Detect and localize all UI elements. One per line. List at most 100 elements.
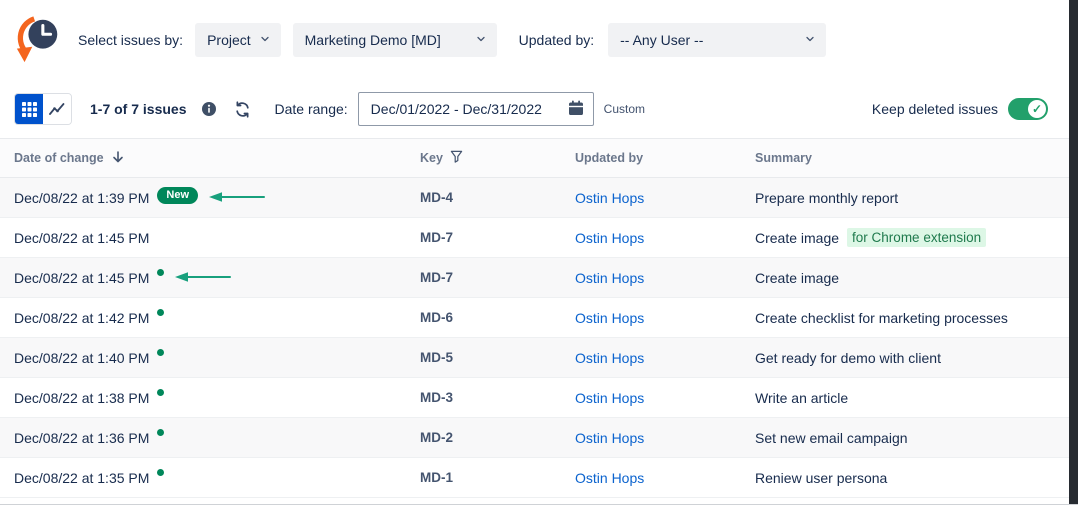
column-header-key[interactable]: Key bbox=[406, 150, 561, 166]
issue-history-app: Select issues by: Project Marketing Demo… bbox=[0, 0, 1078, 505]
change-date: Dec/08/22 at 1:45 PM bbox=[14, 270, 149, 286]
key-cell: MD-2 bbox=[406, 430, 561, 445]
toggle-knob-check-icon: ✓ bbox=[1028, 100, 1046, 118]
select-issues-by-label: Select issues by: bbox=[78, 32, 183, 48]
change-date: Dec/08/22 at 1:38 PM bbox=[14, 390, 149, 406]
new-change-dot-icon bbox=[157, 269, 164, 276]
updated-by-value: -- Any User -- bbox=[620, 32, 703, 48]
toolbar: 1-7 of 7 issues Date range: Dec/01/2022 … bbox=[0, 80, 1078, 138]
info-icon[interactable] bbox=[197, 97, 221, 121]
updated-by-cell: Ostin Hops bbox=[561, 310, 741, 326]
sort-desc-icon[interactable] bbox=[111, 150, 125, 167]
project-value: Marketing Demo [MD] bbox=[305, 32, 441, 48]
date-of-change-cell: Dec/08/22 at 1:36 PM New bbox=[0, 429, 406, 447]
date-of-change-cell: Dec/08/22 at 1:38 PM New bbox=[0, 389, 406, 407]
updated-by-cell: Ostin Hops bbox=[561, 350, 741, 366]
key-cell: MD-1 bbox=[406, 470, 561, 485]
updated-by-link[interactable]: Ostin Hops bbox=[575, 430, 644, 446]
table-row[interactable]: Dec/08/22 at 1:38 PM New MD-3 Ostin Hops… bbox=[0, 378, 1078, 418]
issue-key: MD-5 bbox=[420, 350, 453, 365]
updated-by-link[interactable]: Ostin Hops bbox=[575, 310, 644, 326]
updated-by-link[interactable]: Ostin Hops bbox=[575, 350, 644, 366]
updated-by-cell: Ostin Hops bbox=[561, 230, 741, 246]
chart-view-button[interactable] bbox=[43, 94, 71, 124]
issue-summary: Prepare monthly report bbox=[755, 190, 898, 206]
window-edge bbox=[1069, 0, 1078, 504]
column-header-label: Summary bbox=[755, 151, 812, 165]
summary-cell: Get ready for demo with client bbox=[741, 350, 1078, 366]
table-row[interactable]: Dec/08/22 at 1:35 PM New MD-1 Ostin Hops… bbox=[0, 458, 1078, 498]
grid-view-button[interactable] bbox=[15, 94, 43, 124]
change-date: Dec/08/22 at 1:45 PM bbox=[14, 230, 149, 246]
change-date: Dec/08/22 at 1:42 PM bbox=[14, 310, 149, 326]
date-of-change-cell: Dec/08/22 at 1:42 PM New bbox=[0, 309, 406, 327]
column-header-summary[interactable]: Summary bbox=[741, 151, 1078, 165]
change-date: Dec/08/22 at 1:35 PM bbox=[14, 470, 149, 486]
table-header-row: Date of change Key Updated by Summary bbox=[0, 138, 1078, 178]
table-row[interactable]: Dec/08/22 at 1:36 PM New MD-2 Ostin Hops… bbox=[0, 418, 1078, 458]
issue-summary: Reniew user persona bbox=[755, 470, 887, 486]
summary-cell: Set new email campaign bbox=[741, 430, 1078, 446]
updated-by-link[interactable]: Ostin Hops bbox=[575, 270, 644, 286]
updated-by-cell: Ostin Hops bbox=[561, 270, 741, 286]
column-header-date-of-change[interactable]: Date of change bbox=[0, 150, 406, 167]
table-row[interactable]: Dec/08/22 at 1:45 PM New MD-7 Ostin Hops… bbox=[0, 258, 1078, 298]
updated-by-link[interactable]: Ostin Hops bbox=[575, 390, 644, 406]
summary-cell: Prepare monthly report bbox=[741, 190, 1078, 206]
keep-deleted-issues-label: Keep deleted issues bbox=[872, 101, 998, 117]
select-by-dropdown[interactable]: Project bbox=[195, 23, 281, 57]
updated-by-cell: Ostin Hops bbox=[561, 190, 741, 206]
updated-by-link[interactable]: Ostin Hops bbox=[575, 190, 644, 206]
filter-icon[interactable] bbox=[450, 150, 463, 166]
chart-view-icon bbox=[49, 101, 65, 117]
summary-cell: Write an article bbox=[741, 390, 1078, 406]
date-of-change-cell: Dec/08/22 at 1:39 PM New bbox=[0, 187, 406, 209]
keep-deleted-issues-toggle[interactable]: ✓ bbox=[1008, 98, 1048, 120]
view-toggle-group bbox=[14, 93, 72, 125]
issue-key: MD-7 bbox=[420, 230, 453, 245]
updated-by-cell: Ostin Hops bbox=[561, 470, 741, 486]
project-dropdown[interactable]: Marketing Demo [MD] bbox=[293, 23, 497, 57]
key-cell: MD-4 bbox=[406, 190, 561, 205]
table-row[interactable]: Dec/08/22 at 1:39 PM New MD-4 Ostin Hops… bbox=[0, 178, 1078, 218]
issue-key: MD-4 bbox=[420, 190, 453, 205]
summary-cell: Reniew user persona bbox=[741, 470, 1078, 486]
change-date: Dec/08/22 at 1:36 PM bbox=[14, 430, 149, 446]
key-cell: MD-5 bbox=[406, 350, 561, 365]
grid-view-icon bbox=[22, 102, 37, 117]
results-count: 1-7 of 7 issues bbox=[90, 101, 187, 117]
date-of-change-cell: Dec/08/22 at 1:35 PM New bbox=[0, 469, 406, 487]
calendar-icon[interactable] bbox=[567, 99, 585, 120]
table-row[interactable]: Dec/08/22 at 1:45 PM New MD-7 Ostin Hops… bbox=[0, 218, 1078, 258]
annotation-left-arrow-icon bbox=[208, 190, 266, 206]
updated-by-link[interactable]: Ostin Hops bbox=[575, 470, 644, 486]
chevron-down-icon bbox=[259, 32, 271, 48]
date-range-input[interactable]: Dec/01/2022 - Dec/31/2022 bbox=[358, 92, 594, 126]
issue-summary: Create image bbox=[755, 230, 839, 246]
table-row[interactable]: Dec/08/22 at 1:40 PM New MD-5 Ostin Hops… bbox=[0, 338, 1078, 378]
new-change-dot-icon bbox=[157, 469, 164, 476]
issue-summary: Write an article bbox=[755, 390, 848, 406]
summary-cell: Create image for Chrome extension bbox=[741, 228, 1078, 247]
new-badge: New bbox=[157, 187, 198, 204]
date-range-label: Date range: bbox=[275, 101, 348, 117]
issue-summary: Create checklist for marketing processes bbox=[755, 310, 1008, 326]
issue-summary: Create image bbox=[755, 270, 839, 286]
chevron-down-icon bbox=[804, 32, 816, 48]
summary-cell: Create checklist for marketing processes bbox=[741, 310, 1078, 326]
date-of-change-cell: Dec/08/22 at 1:40 PM New bbox=[0, 349, 406, 367]
app-logo-clock-icon bbox=[14, 15, 64, 65]
column-header-label: Date of change bbox=[14, 151, 104, 165]
issue-key: MD-2 bbox=[420, 430, 453, 445]
table-body: Dec/08/22 at 1:39 PM New MD-4 Ostin Hops… bbox=[0, 178, 1078, 498]
issue-key: MD-6 bbox=[420, 310, 453, 325]
column-header-updated-by[interactable]: Updated by bbox=[561, 151, 741, 165]
issue-summary: Get ready for demo with client bbox=[755, 350, 941, 366]
new-change-dot-icon bbox=[157, 309, 164, 316]
table-row[interactable]: Dec/08/22 at 1:42 PM New MD-6 Ostin Hops… bbox=[0, 298, 1078, 338]
updated-by-link[interactable]: Ostin Hops bbox=[575, 230, 644, 246]
updated-by-label: Updated by: bbox=[519, 32, 595, 48]
updated-by-dropdown[interactable]: -- Any User -- bbox=[608, 23, 826, 57]
key-cell: MD-7 bbox=[406, 230, 561, 245]
refresh-icon[interactable] bbox=[231, 97, 255, 121]
